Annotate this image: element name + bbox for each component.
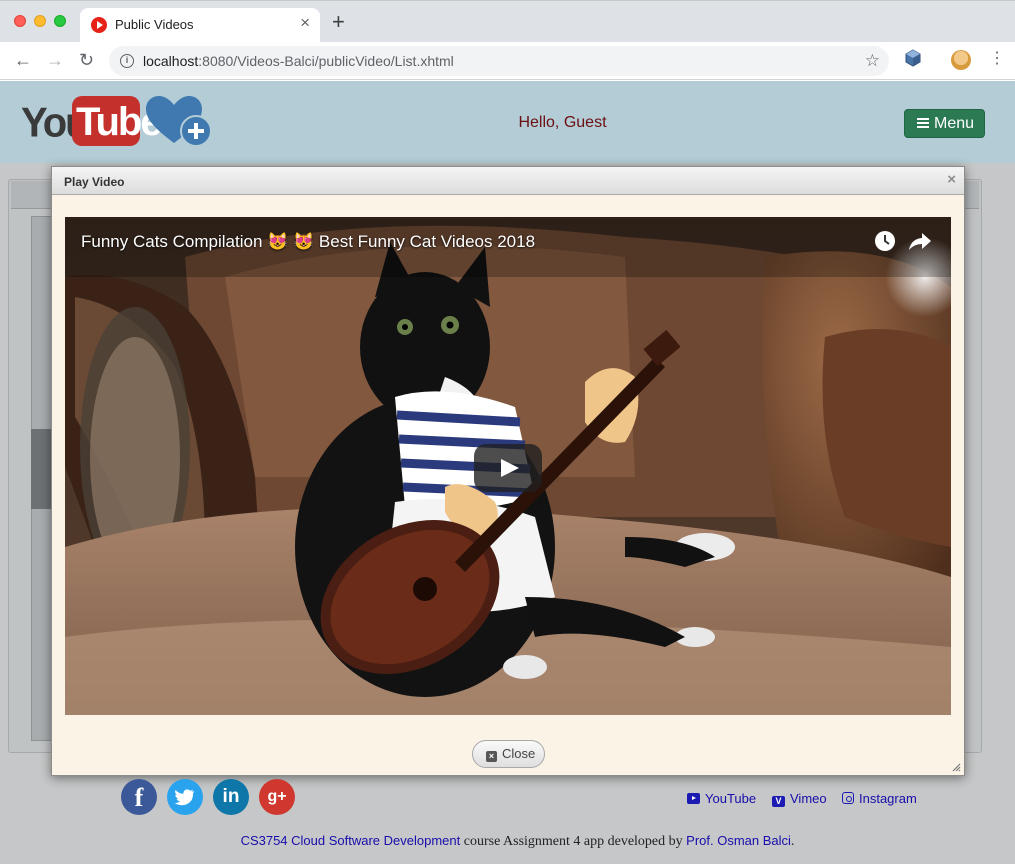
twitter-icon[interactable] [167,779,203,815]
credit-end-text: . [790,834,795,849]
footer-instagram-link[interactable]: Instagram [842,791,917,806]
new-tab-button[interactable]: + [332,10,345,34]
profile-avatar[interactable] [951,50,971,70]
credit-middle-text: course Assignment 4 app developed by [460,834,687,849]
video-title[interactable]: Funny Cats Compilation 😻 😻 Best Funny Ca… [81,232,535,252]
youtube-link-label: YouTube [705,791,757,806]
instagram-link-label: Instagram [859,791,917,806]
resize-handle-icon[interactable] [952,763,961,772]
menu-button[interactable]: Menu [904,109,985,138]
vimeo-link-label: Vimeo [790,791,827,806]
twitter-bird-icon [174,789,194,806]
site-info-icon[interactable]: i [120,54,134,68]
watch-later-clock-icon[interactable] [874,230,896,252]
reload-icon[interactable]: ↻ [79,49,94,71]
footer-credit: CS3754 Cloud Software Development course… [0,833,1015,850]
youtube-small-icon [687,793,700,804]
vimeo-small-icon: V [772,796,785,807]
window-minimize-button[interactable] [34,15,46,27]
address-bar[interactable]: i localhost:8080/Videos-Balci/publicVide… [109,46,889,76]
menu-button-label: Menu [934,115,975,132]
video-player[interactable]: Funny Cats Compilation 😻 😻 Best Funny Ca… [65,217,951,715]
linkedin-icon[interactable]: in [213,779,249,815]
facebook-icon[interactable]: f [121,779,157,815]
close-x-icon: × [486,751,497,762]
tab-close-icon[interactable]: × [300,14,310,32]
footer-youtube-link[interactable]: YouTube [687,791,756,806]
window-close-button[interactable] [14,15,26,27]
dialog-titlebar[interactable]: Play Video × [52,167,964,195]
play-button[interactable] [474,444,542,492]
share-arrow-icon[interactable] [908,231,932,251]
google-plus-icon[interactable]: g+ [259,779,295,815]
close-button-label: Close [502,746,536,761]
back-arrow-icon[interactable]: ← [14,49,32,71]
youtube-favicon-icon [91,17,107,33]
url-host: localhost [143,53,199,69]
instagram-small-icon [842,792,854,804]
extension-cube-icon[interactable] [904,49,922,67]
browser-toolbar: ← → ↻ i localhost:8080/Videos-Balci/publ… [0,42,1015,80]
dialog-title: Play Video [64,175,125,189]
dialog-close-icon[interactable]: × [947,172,956,187]
web-page: You Tube Hello, Guest Menu Play Video × [0,81,1015,864]
url-text[interactable]: localhost:8080/Videos-Balci/publicVideo/… [143,53,454,69]
play-video-dialog: Play Video × Funny Cats Compilation 😻 😻 … [51,166,965,776]
browser-tab-bar: Public Videos × + [0,0,1015,43]
browser-menu-kebab-icon[interactable]: ⋮ [989,51,1005,67]
greeting-text: Hello, Guest [518,114,607,131]
bookmark-star-icon[interactable]: ☆ [865,51,880,71]
hamburger-icon [917,118,929,128]
url-path: :8080/Videos-Balci/publicVideo/List.xhtm… [198,53,454,69]
author-link[interactable]: Prof. Osman Balci [686,833,791,848]
window-maximize-button[interactable] [54,15,66,27]
close-button[interactable]: × Close [472,740,545,768]
tab-title: Public Videos [115,17,194,32]
course-link[interactable]: CS3754 Cloud Software Development [241,833,461,848]
browser-tab-public-videos[interactable]: Public Videos × [80,8,320,43]
forward-arrow-icon[interactable]: → [46,49,64,71]
footer-vimeo-link[interactable]: V Vimeo [772,791,827,807]
site-header: You Tube Hello, Guest Menu [0,81,1015,163]
